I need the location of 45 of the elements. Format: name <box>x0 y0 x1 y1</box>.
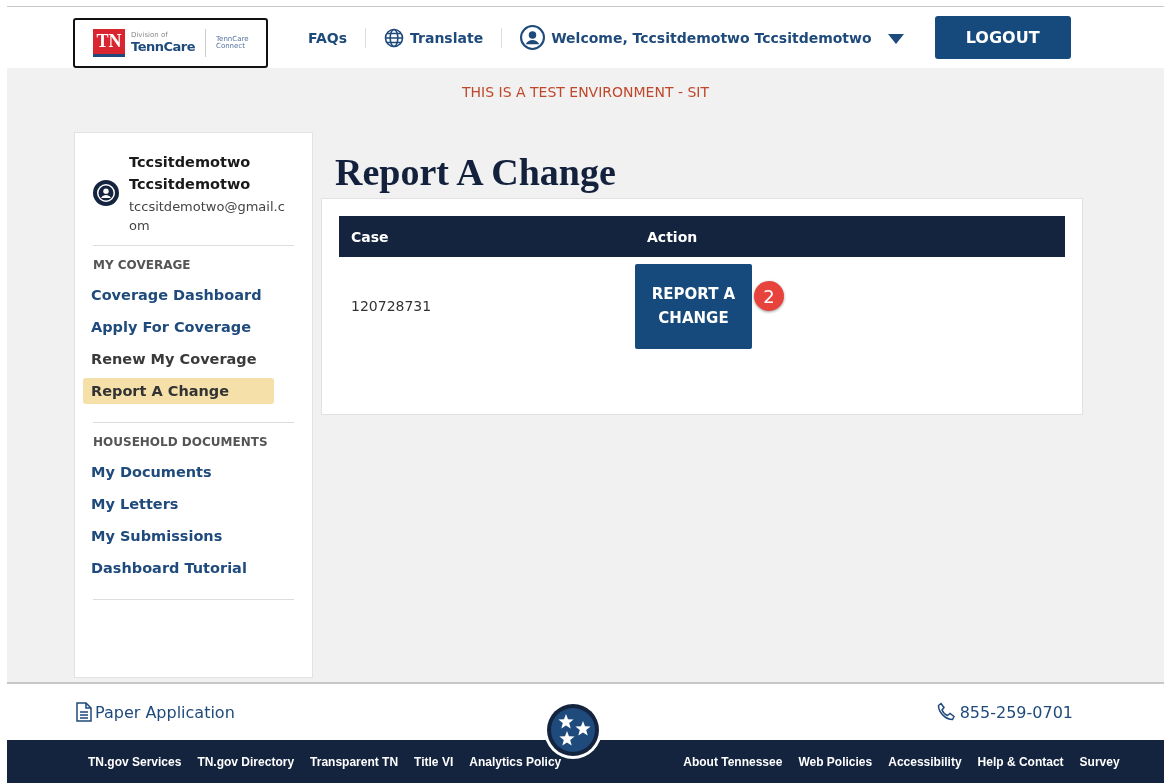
sidebar-item[interactable]: Coverage Dashboard <box>83 282 274 308</box>
translate-link[interactable]: Translate <box>384 27 484 48</box>
page-title: Report A Change <box>335 150 617 195</box>
translate-label: Translate <box>410 29 484 46</box>
step-badge: 2 <box>754 281 784 311</box>
user-icon <box>520 25 546 50</box>
sidebar-item[interactable]: My Letters <box>83 491 274 517</box>
test-environment-message: THIS IS A TEST ENVIRONMENT - SIT <box>461 84 709 100</box>
column-header: Case <box>350 228 390 245</box>
globe-icon <box>384 27 405 48</box>
faqs-link[interactable]: FAQs <box>308 29 348 46</box>
welcome-text: Welcome, Tccsitdemotwo Tccsitdemotwo <box>551 29 872 46</box>
logo-badge: TN <box>93 28 125 57</box>
case-number: 120728731 <box>350 298 433 314</box>
caret-icon <box>887 31 904 44</box>
avatar-icon <box>93 180 119 206</box>
sidebar-item[interactable]: My Submissions <box>83 523 274 549</box>
document-icon <box>76 702 92 722</box>
footer-link[interactable]: TN.gov Directory <box>189 754 303 769</box>
logo-brand-text: TennCare <box>131 38 195 54</box>
footer-link[interactable]: Accessibility <box>880 754 970 769</box>
footer-link[interactable]: Help & Contact <box>969 754 1072 769</box>
report-change-button[interactable]: REPORT A CHANGE <box>635 263 752 349</box>
sidebar-item[interactable]: Report A Change <box>83 378 274 404</box>
sidebar-item[interactable]: Apply For Coverage <box>83 314 274 340</box>
section-heading: HOUSEHOLD DOCUMENTS <box>93 435 269 449</box>
footer-link[interactable]: Transparent TN <box>302 754 407 769</box>
user-menu[interactable]: Welcome, Tccsitdemotwo Tccsitdemotwo <box>520 25 904 50</box>
footer-link[interactable]: Survey <box>1071 754 1128 769</box>
footer-link[interactable]: Web Policies <box>790 754 881 769</box>
paper-application-link[interactable]: Paper Application <box>76 702 235 722</box>
footer-link[interactable]: About Tennessee <box>675 754 791 769</box>
logout-button[interactable]: LOGOUT <box>934 16 1071 59</box>
phone-icon <box>936 702 957 722</box>
phone-link[interactable]: 855-259-0701 <box>936 702 1073 722</box>
column-header: Action <box>646 228 699 245</box>
user-email: tccsitdemotwo@gmail.com <box>129 198 286 235</box>
footer-link[interactable]: TN.gov Services <box>80 754 190 769</box>
footer-link[interactable]: Analytics Policy <box>461 754 570 769</box>
user-name: Tccsitdemotwo Tccsitdemotwo <box>129 153 252 194</box>
section-heading: MY COVERAGE <box>93 258 192 272</box>
footer-link[interactable]: Title VI <box>406 754 462 769</box>
sidebar-item[interactable]: My Documents <box>83 459 274 485</box>
sidebar-item[interactable]: Dashboard Tutorial <box>83 555 274 581</box>
sidebar-item[interactable]: Renew My Coverage <box>83 346 274 372</box>
